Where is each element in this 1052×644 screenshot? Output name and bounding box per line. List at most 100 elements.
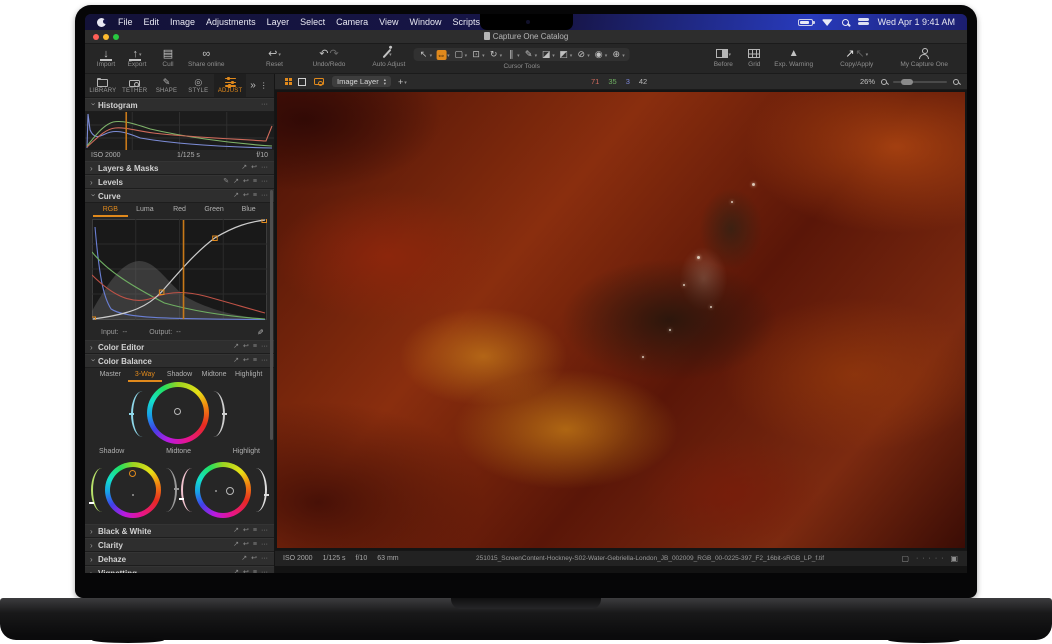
copy-apply-button[interactable]: ↗↖▾ Copy/Apply	[840, 47, 873, 68]
auto-adjust-button[interactable]: ▾ Auto Adjust	[372, 47, 405, 68]
layers-masks-header[interactable]: › Layers & Masks ↗ ↩ ···	[85, 161, 274, 175]
expand-panel-icon[interactable]: ↗	[241, 555, 247, 563]
midtone-saturation-slider[interactable]	[131, 391, 143, 437]
color-editor-header[interactable]: › Color Editor ↗ ↩ ≡ ···	[85, 340, 274, 354]
my-capture-one-button[interactable]: My Capture One	[900, 47, 948, 68]
more-icon[interactable]: ···	[261, 569, 268, 573]
menu-file[interactable]: File	[118, 17, 133, 27]
preset-menu-icon[interactable]: ≡	[253, 541, 257, 549]
rotate-tool[interactable]: ↻▾	[489, 49, 503, 60]
reset-panel-icon[interactable]: ↩	[243, 192, 249, 200]
more-icon[interactable]: ···	[261, 555, 268, 563]
pan-tool[interactable]: ⇔▾	[436, 50, 450, 60]
levels-header[interactable]: › Levels ✎ ↗ ↩ ≡ ···	[85, 175, 274, 189]
filmstrip-toggle-icon[interactable]: ▣	[950, 554, 959, 563]
zoom-slider-knob[interactable]	[901, 79, 913, 85]
more-icon[interactable]: ···	[261, 101, 268, 109]
menu-camera[interactable]: Camera	[336, 17, 368, 27]
expand-panel-icon[interactable]: ↗	[233, 541, 239, 549]
thumbnails-view-icon[interactable]	[285, 78, 288, 81]
midtone-lightness-slider[interactable]	[213, 391, 225, 437]
reset-panel-icon[interactable]: ↩	[243, 343, 249, 351]
close-window-button[interactable]	[93, 34, 99, 40]
cull-button[interactable]: ▤ Cull	[157, 47, 179, 68]
tab-style[interactable]: ◎ STYLE	[182, 74, 214, 97]
tab-overflow-menu-icon[interactable]: ⋮	[260, 81, 268, 90]
curve-tab-rgb[interactable]: RGB	[93, 206, 128, 217]
curve-header[interactable]: › Curve ↗ ↩ ≡ ···	[85, 189, 274, 203]
menu-view[interactable]: View	[379, 17, 398, 27]
expand-panel-icon[interactable]: ↗	[233, 178, 239, 186]
zoom-level-value[interactable]: 26%	[860, 77, 875, 86]
draw-mask-tool[interactable]: ✎▾	[524, 49, 538, 60]
more-icon[interactable]: ···	[261, 164, 268, 172]
curve-tab-blue[interactable]: Blue	[231, 206, 266, 217]
before-after-button[interactable]: ▾ Before	[712, 47, 734, 68]
curve-tab-red[interactable]: Red	[162, 206, 197, 217]
menu-bar-clock[interactable]: Wed Apr 1 9:41 AM	[878, 17, 955, 27]
import-button[interactable]: ↓ Import	[95, 47, 117, 68]
menu-select[interactable]: Select	[300, 17, 325, 27]
histogram-header[interactable]: › Histogram ···	[85, 98, 274, 112]
apple-logo-icon[interactable]	[97, 18, 106, 27]
erase-mask-tool[interactable]: ◪▾	[541, 49, 555, 60]
heal-tool[interactable]: ◩▾	[559, 49, 573, 60]
zoom-window-button[interactable]	[113, 34, 119, 40]
highlight-saturation-slider[interactable]	[181, 468, 193, 512]
proof-camera-icon[interactable]	[314, 78, 324, 85]
grid-button[interactable]: Grid	[743, 47, 765, 68]
frame-icon[interactable]: ▢	[901, 554, 910, 563]
shadow-saturation-slider[interactable]	[91, 468, 103, 512]
zoom-slider[interactable]	[893, 81, 947, 83]
vignetting-header[interactable]: › Vignetting ↗ ↩ ≡ ···	[85, 566, 274, 573]
export-button[interactable]: ↑▾ Export	[126, 47, 148, 68]
cb-tab-3way[interactable]: 3-Way	[128, 371, 163, 382]
add-layer-button[interactable]: +▾	[398, 77, 407, 87]
tab-shape[interactable]: ✎ SHAPE	[151, 74, 183, 97]
reset-panel-icon[interactable]: ↩	[243, 541, 249, 549]
more-icon[interactable]: ···	[261, 192, 268, 200]
reset-panel-icon[interactable]: ↩	[251, 164, 257, 172]
reset-panel-icon[interactable]: ↩	[243, 527, 249, 535]
curve-picker-icon[interactable]: ✎	[257, 328, 264, 337]
zoom-tool[interactable]: ⊕▾	[611, 49, 625, 60]
tab-library[interactable]: LIBRARY	[87, 74, 119, 97]
expand-panel-icon[interactable]: ↗	[241, 164, 247, 172]
cb-tab-master[interactable]: Master	[93, 371, 128, 382]
reset-panel-icon[interactable]: ↩	[243, 178, 249, 186]
cb-tab-highlight[interactable]: Highlight	[231, 371, 266, 382]
cb-tab-shadow[interactable]: Shadow	[162, 371, 197, 382]
black-white-header[interactable]: › Black & White ↗ ↩ ≡ ···	[85, 524, 274, 538]
exposure-warning-button[interactable]: ▲ Exp. Warning	[774, 47, 813, 68]
single-view-icon[interactable]	[298, 78, 306, 86]
preset-menu-icon[interactable]: ≡	[253, 343, 257, 351]
curve-graph[interactable]	[85, 217, 274, 325]
menu-image[interactable]: Image	[170, 17, 195, 27]
preset-menu-icon[interactable]: ≡	[253, 357, 257, 365]
expand-panel-icon[interactable]: ↗	[233, 569, 239, 573]
shadow-color-wheel[interactable]	[105, 462, 161, 518]
menu-edit[interactable]: Edit	[144, 17, 160, 27]
preset-menu-icon[interactable]: ≡	[253, 569, 257, 573]
more-icon[interactable]: ···	[261, 178, 268, 186]
crop-tool[interactable]: ⊡▾	[471, 49, 485, 60]
reset-panel-icon[interactable]: ↩	[243, 569, 249, 573]
control-center-icon[interactable]	[858, 18, 869, 26]
panel-scrollbar[interactable]	[270, 190, 273, 440]
battery-icon[interactable]	[798, 19, 813, 26]
picker-icon[interactable]: ✎	[223, 178, 229, 186]
preset-menu-icon[interactable]: ≡	[253, 192, 257, 200]
undo-redo-buttons[interactable]: ↶↷ Undo/Redo	[313, 47, 346, 68]
cb-tab-midtone[interactable]: Midtone	[197, 371, 232, 382]
menu-adjustments[interactable]: Adjustments	[206, 17, 256, 27]
minimize-window-button[interactable]	[103, 34, 109, 40]
share-online-button[interactable]: ∞ Share online	[188, 47, 225, 68]
more-icon[interactable]: ···	[261, 541, 268, 549]
expand-panel-icon[interactable]: ↗	[233, 527, 239, 535]
menu-window[interactable]: Window	[409, 17, 441, 27]
expand-panel-icon[interactable]: ↗	[233, 357, 239, 365]
menu-layer[interactable]: Layer	[267, 17, 290, 27]
clarity-header[interactable]: › Clarity ↗ ↩ ≡ ···	[85, 538, 274, 552]
image-viewer[interactable]	[275, 90, 967, 550]
reset-button[interactable]: ↩▾ Reset	[264, 47, 286, 68]
